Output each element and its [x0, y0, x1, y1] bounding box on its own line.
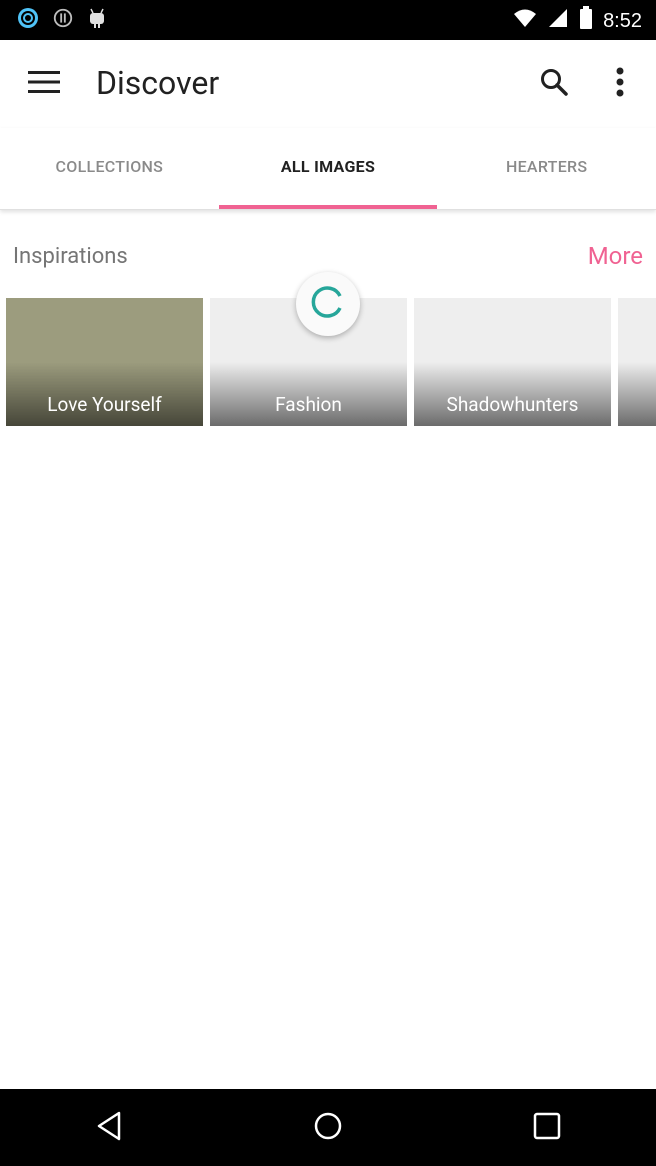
- tab-hearters[interactable]: HEARTERS: [437, 128, 656, 209]
- recents-button[interactable]: [507, 1098, 587, 1158]
- status-time: 8:52: [603, 9, 642, 32]
- spinner-icon: [310, 284, 346, 324]
- battery-icon: [579, 6, 593, 36]
- search-button[interactable]: [530, 60, 578, 108]
- android-icon: [86, 6, 108, 34]
- tab-label: ALL IMAGES: [280, 157, 376, 176]
- ring-notification-icon: [16, 6, 40, 34]
- tile-gradient: [618, 362, 656, 426]
- tab-collections[interactable]: COLLECTIONS: [0, 128, 219, 209]
- tile-label: Shadowhunters: [446, 393, 579, 416]
- overflow-menu-button[interactable]: [598, 60, 642, 108]
- hamburger-menu-icon: [28, 71, 60, 97]
- system-nav-bar: [0, 1089, 656, 1166]
- home-button[interactable]: [288, 1098, 368, 1158]
- back-icon: [95, 1111, 123, 1145]
- section-title: Inspirations: [13, 244, 128, 269]
- status-bar: 8:52: [0, 0, 656, 40]
- tile-partial[interactable]: [618, 298, 656, 426]
- tab-all-images[interactable]: ALL IMAGES: [218, 128, 438, 209]
- search-icon: [539, 67, 569, 101]
- home-icon: [313, 1111, 343, 1145]
- tile-love-yourself[interactable]: Love Yourself: [6, 298, 203, 426]
- alert-circle-icon: [52, 7, 74, 33]
- signal-icon: [547, 7, 569, 35]
- back-button[interactable]: [69, 1098, 149, 1158]
- app-bar: Discover: [0, 40, 656, 128]
- menu-button[interactable]: [20, 62, 68, 106]
- loading-spinner: [296, 272, 360, 336]
- recents-icon: [533, 1112, 561, 1144]
- tile-label: Love Yourself: [47, 393, 162, 416]
- tab-label: COLLECTIONS: [55, 157, 164, 176]
- page-title: Discover: [96, 64, 220, 102]
- wifi-icon: [513, 7, 537, 35]
- more-vertical-icon: [616, 67, 624, 101]
- tile-shadowhunters[interactable]: Shadowhunters: [414, 298, 611, 426]
- tab-label: HEARTERS: [505, 157, 588, 176]
- tile-label: Fashion: [275, 393, 342, 416]
- tab-bar: COLLECTIONS ALL IMAGES HEARTERS: [0, 128, 656, 210]
- more-link[interactable]: More: [588, 242, 643, 270]
